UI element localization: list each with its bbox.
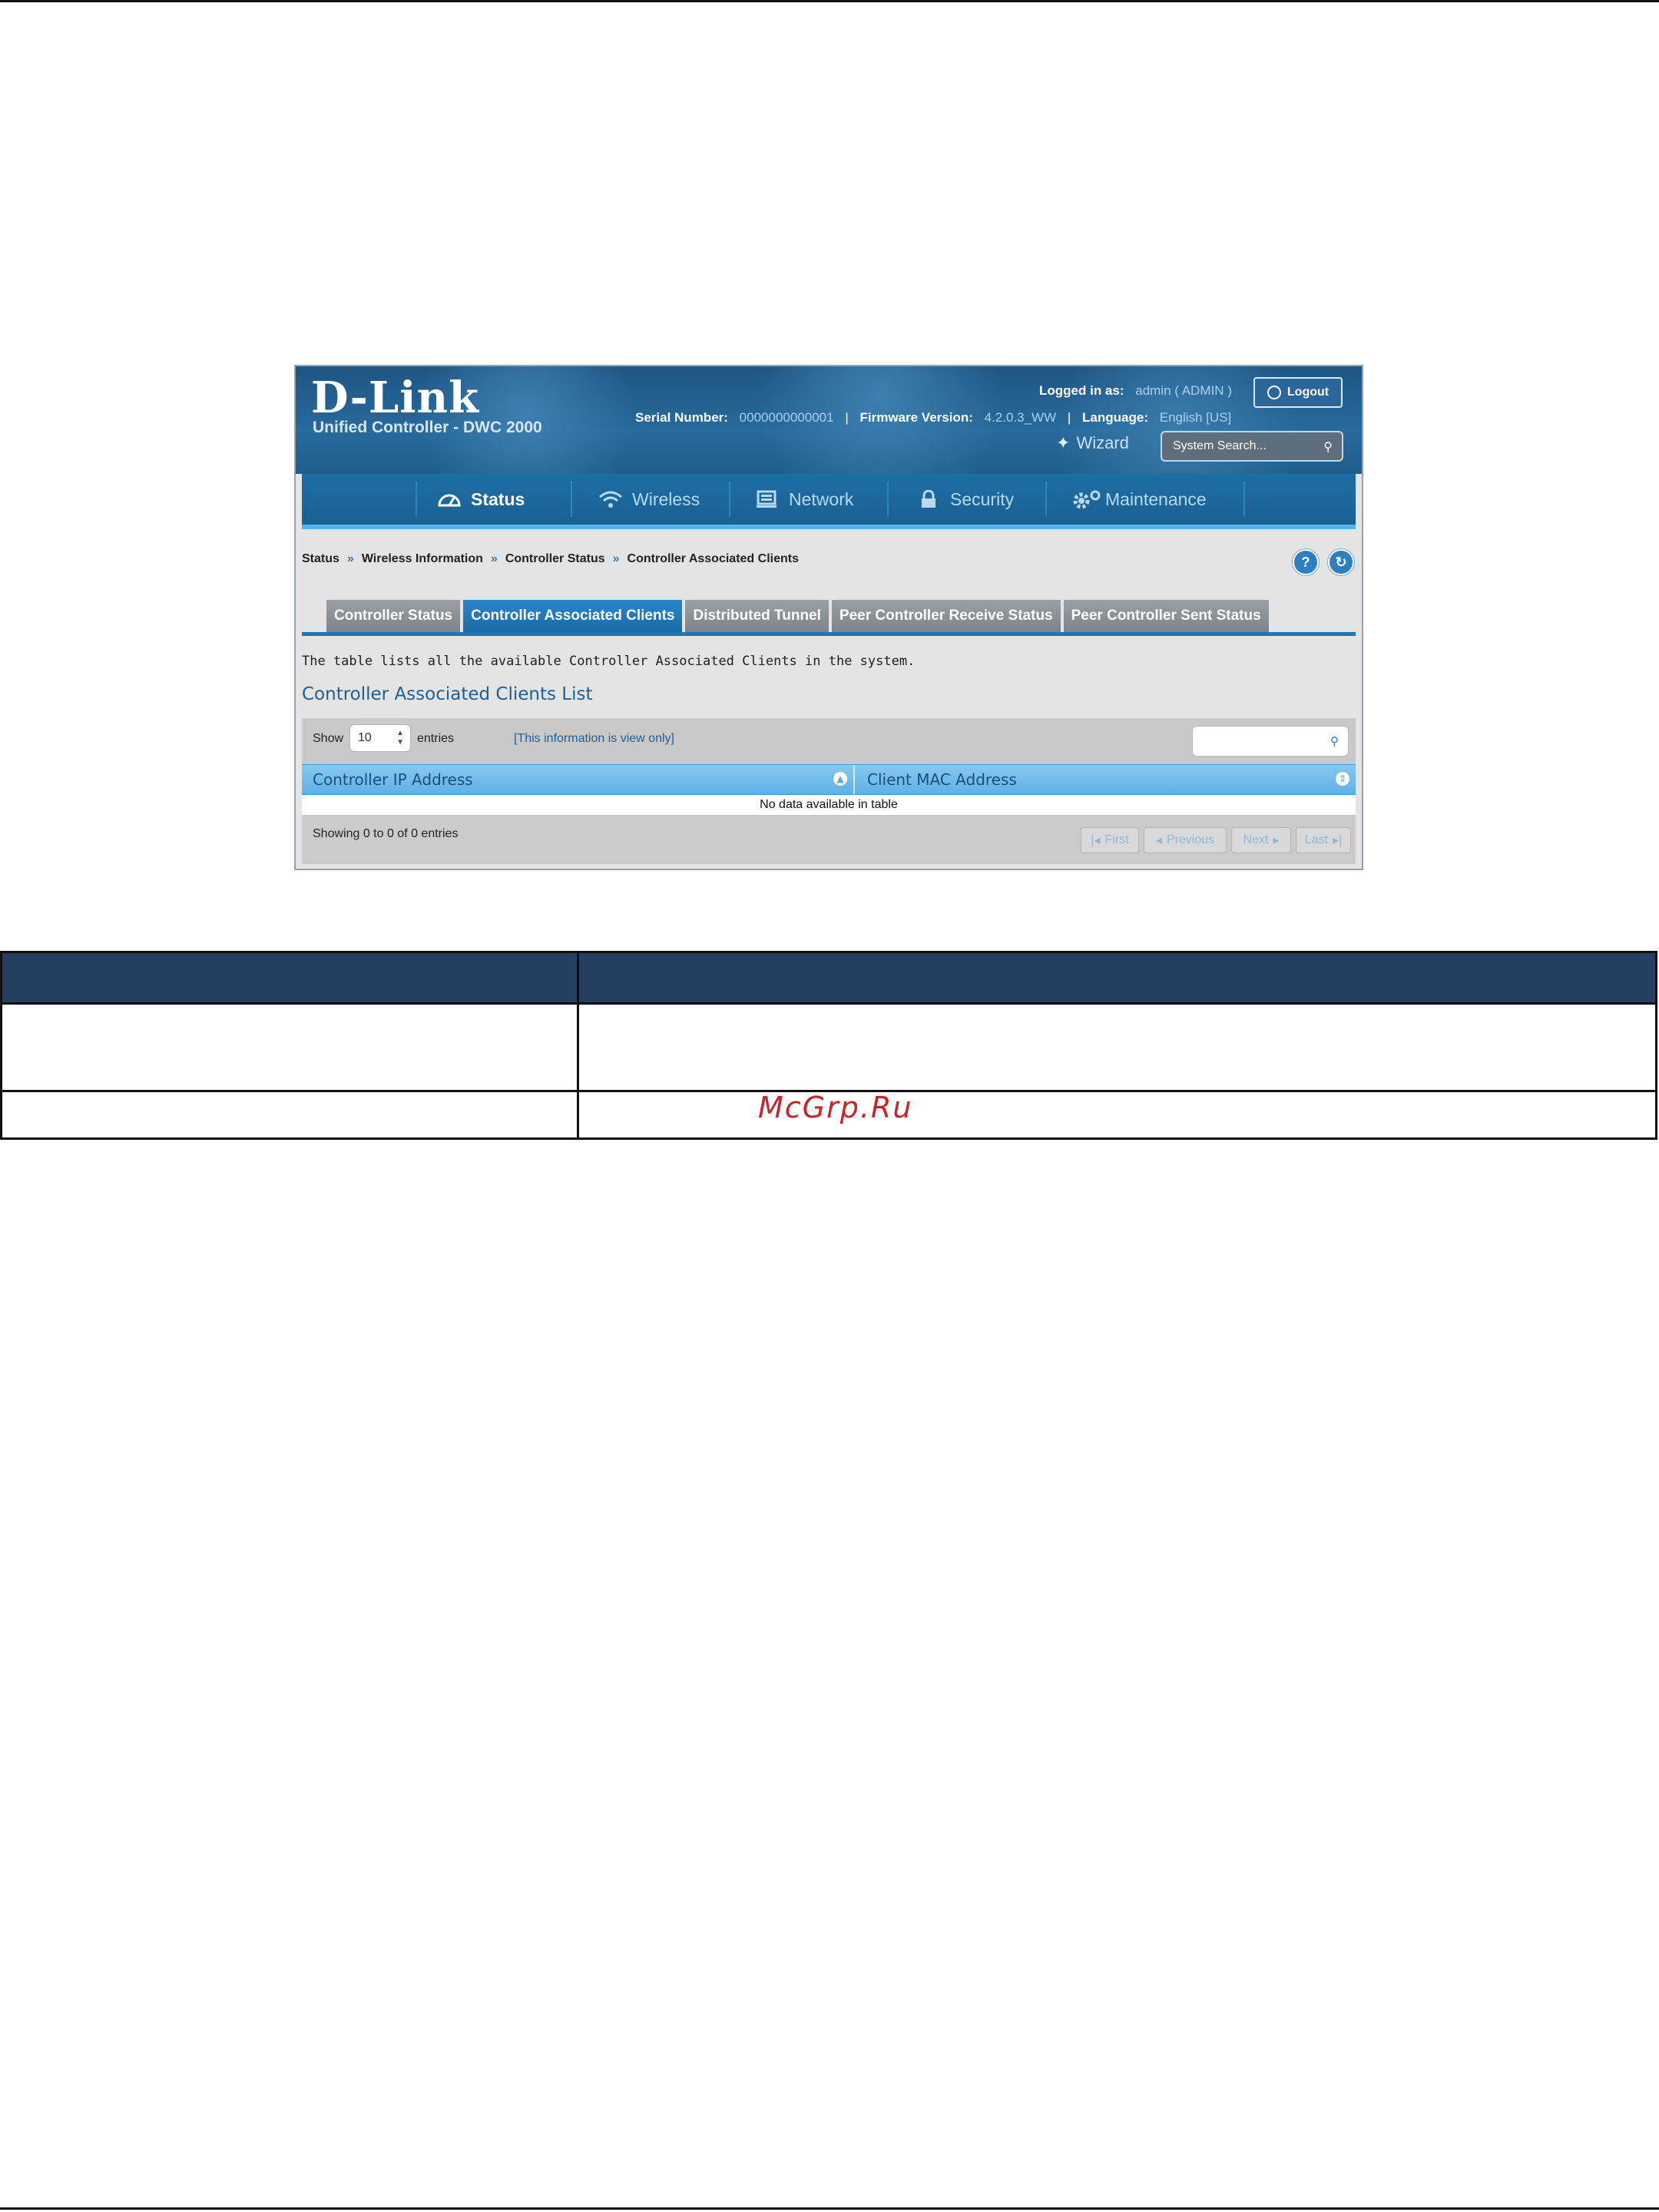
breadcrumb-item[interactable]: Status	[302, 552, 339, 565]
previous-icon: ◂	[1155, 834, 1162, 847]
page-description: The table lists all the available Contro…	[302, 654, 916, 669]
empty-table-message: No data available in table	[302, 795, 1356, 815]
column-header-controller-ip[interactable]: Controller IP Address	[313, 765, 473, 794]
last-icon: ▸|	[1333, 834, 1343, 847]
nav-wireless[interactable]: Wireless	[598, 474, 700, 525]
view-only-note: [This information is view only]	[514, 732, 674, 745]
search-icon[interactable]: ⚲	[1323, 439, 1333, 455]
top-rule	[0, 0, 1659, 2]
table-row	[0, 1002, 1657, 1092]
previous-page-button[interactable]: ◂ Previous	[1144, 827, 1227, 853]
wifi-icon	[598, 490, 622, 508]
table-controls: Show 10 ▲ ▼ entries [This information is …	[302, 718, 1356, 764]
showing-entries: Showing 0 to 0 of 0 entries	[313, 827, 459, 840]
nav-security-label: Security	[950, 488, 1015, 509]
entries-select[interactable]: 10 ▲ ▼	[349, 724, 411, 752]
table-header: Controller IP Address ▲ Client MAC Addre…	[302, 764, 1356, 795]
help-button[interactable]: ?	[1293, 549, 1319, 575]
wizard-link[interactable]: ✦ Wizard	[1056, 433, 1129, 453]
tab-distributed-tunnel[interactable]: Distributed Tunnel	[685, 600, 829, 632]
tab-controller-status[interactable]: Controller Status	[326, 600, 461, 632]
firmware-label: Firmware Version:	[859, 410, 973, 425]
tab-peer-controller-sent-status[interactable]: Peer Controller Sent Status	[1063, 600, 1269, 632]
last-page-button[interactable]: Last ▸|	[1296, 827, 1351, 853]
nav-security[interactable]: Security	[916, 474, 1014, 525]
sort-both-icon[interactable]: ⇕	[1336, 772, 1349, 786]
stepper-icon: ▲ ▼	[396, 729, 404, 747]
breadcrumb-item[interactable]: Controller Status	[505, 552, 605, 565]
dwc2000-screenshot: D-Link Unified Controller - DWC 2000 Log…	[294, 365, 1363, 870]
first-icon: |◂	[1091, 834, 1101, 847]
power-icon	[1267, 386, 1281, 399]
table-cell	[0, 1002, 579, 1092]
table-search-input[interactable]: ⚲	[1192, 726, 1349, 757]
wand-icon: ✦	[1056, 433, 1071, 452]
tab-controller-associated-clients[interactable]: Controller Associated Clients	[463, 600, 683, 632]
watermark: McGrp.Ru	[758, 1091, 913, 1124]
logout-button[interactable]: Logout	[1253, 377, 1343, 408]
network-icon	[755, 490, 778, 508]
gears-icon	[1071, 490, 1101, 509]
table-cell	[577, 1002, 1657, 1092]
list-title: Controller Associated Clients List	[302, 684, 593, 704]
tab-peer-controller-receive-status[interactable]: Peer Controller Receive Status	[831, 600, 1061, 632]
dlink-logo: D-Link	[311, 373, 480, 423]
main-nav: Status Wireless Network Security Mainten…	[302, 474, 1356, 529]
nav-maintenance-label: Maintenance	[1105, 488, 1207, 509]
serial-value: 0000000000001	[739, 410, 834, 425]
breadcrumb: Status» Wireless Information» Controller S…	[302, 552, 799, 565]
logged-in-user[interactable]: admin ( ADMIN )	[1135, 383, 1232, 398]
table-header-cell	[0, 951, 579, 1005]
entries-value: 10	[358, 731, 372, 744]
breadcrumb-item-current: Controller Associated Clients	[627, 552, 799, 565]
firmware-value: 4.2.0.3_WW	[984, 410, 1057, 425]
refresh-button[interactable]: ↻	[1328, 549, 1354, 575]
nav-network[interactable]: Network	[755, 474, 853, 525]
first-page-button[interactable]: |◂ First	[1081, 827, 1139, 853]
table-header-row	[0, 951, 1657, 1005]
next-icon: ▸	[1273, 834, 1280, 847]
gauge-icon	[437, 490, 461, 508]
sort-asc-icon[interactable]: ▲	[833, 772, 847, 786]
language-value[interactable]: English [US]	[1160, 410, 1232, 425]
wizard-label: Wizard	[1076, 433, 1129, 452]
header-banner: D-Link Unified Controller - DWC 2000 Log…	[296, 366, 1362, 474]
search-icon: ⚲	[1330, 734, 1339, 748]
language-label: Language:	[1082, 410, 1148, 425]
nav-status-label: Status	[471, 488, 525, 509]
system-search-input[interactable]: System Search... ⚲	[1161, 431, 1343, 462]
table-cell	[577, 1090, 1657, 1140]
table-cell	[0, 1090, 579, 1140]
logged-in-line: Logged in as: admin ( ADMIN )	[1039, 383, 1232, 399]
product-subtitle: Unified Controller - DWC 2000	[313, 419, 542, 436]
show-label: Show	[313, 732, 344, 745]
bottom-rule	[0, 2207, 1659, 2210]
column-header-client-mac[interactable]: Client MAC Address	[867, 765, 1017, 794]
system-search-placeholder: System Search...	[1173, 439, 1267, 452]
nav-maintenance[interactable]: Maintenance	[1071, 474, 1207, 525]
logout-label: Logout	[1286, 386, 1330, 399]
table-footer: Showing 0 to 0 of 0 entries |◂ First ◂ Pre…	[302, 815, 1356, 864]
serial-label: Serial Number:	[635, 410, 728, 425]
table-header-cell	[577, 951, 1657, 1005]
next-page-button[interactable]: Next ▸	[1231, 827, 1291, 853]
breadcrumb-item[interactable]: Wireless Information	[362, 552, 483, 565]
device-info-line: Serial Number: 0000000000001 | Firmware …	[635, 410, 1232, 425]
nav-network-label: Network	[789, 488, 854, 509]
entries-label: entries	[417, 732, 455, 745]
nav-wireless-label: Wireless	[632, 488, 700, 509]
nav-status[interactable]: Status	[437, 474, 525, 525]
tab-underline	[302, 632, 1356, 636]
logged-in-label: Logged in as:	[1039, 383, 1124, 398]
lock-icon	[916, 489, 939, 508]
tab-bar: Controller Status Controller Associated …	[326, 600, 1269, 632]
